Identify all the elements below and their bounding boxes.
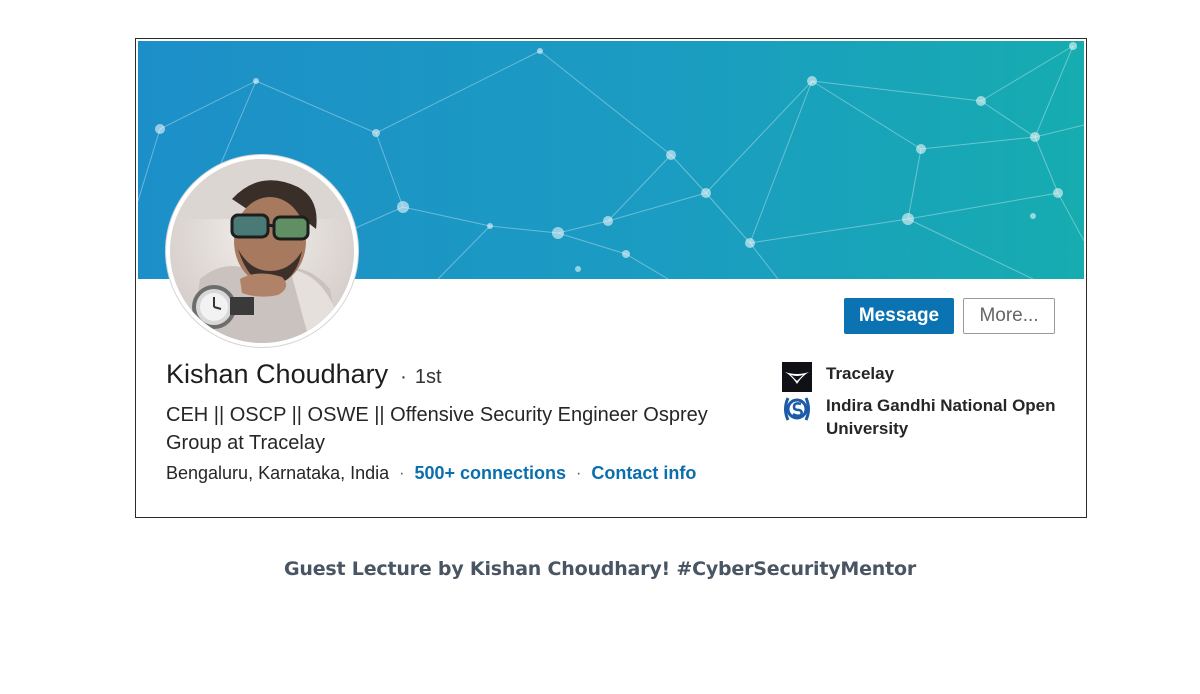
message-button[interactable]: Message: [844, 298, 954, 334]
experience-item-tracelay[interactable]: Tracelay: [782, 362, 1066, 392]
avatar-photo: [170, 159, 354, 343]
name-row: Kishan Choudhary · 1st: [166, 359, 442, 390]
connections-link[interactable]: 500+ connections: [414, 463, 566, 484]
contact-info-link[interactable]: Contact info: [591, 463, 696, 484]
meta-separator: ·: [576, 464, 582, 482]
profile-name: Kishan Choudhary: [166, 359, 389, 389]
experience-label: Indira Gandhi National Open University: [826, 396, 1056, 438]
degree-separator: ·: [400, 366, 407, 388]
more-button[interactable]: More...: [963, 298, 1055, 334]
experience-label: Tracelay: [826, 364, 895, 383]
connection-degree: 1st: [414, 366, 442, 388]
screenshot-stage: Message More... Kishan Choudhary · 1st C…: [0, 0, 1200, 694]
slide-caption: Guest Lecture by Kishan Choudhary! #Cybe…: [283, 558, 917, 580]
ignou-logo-icon: [782, 394, 812, 424]
profile-meta: Bengaluru, Karnataka, India · 500+ conne…: [166, 463, 696, 484]
profile-location: Bengaluru, Karnataka, India: [166, 463, 390, 483]
meta-separator: ·: [399, 464, 405, 482]
profile-card: Message More... Kishan Choudhary · 1st C…: [135, 38, 1087, 518]
profile-avatar[interactable]: [166, 155, 358, 347]
experience-item-ignou[interactable]: Indira Gandhi National Open University: [782, 394, 1066, 440]
profile-headline: CEH || OSCP || OSWE || Offensive Securit…: [166, 404, 708, 454]
tracelay-logo-icon: [782, 362, 812, 392]
